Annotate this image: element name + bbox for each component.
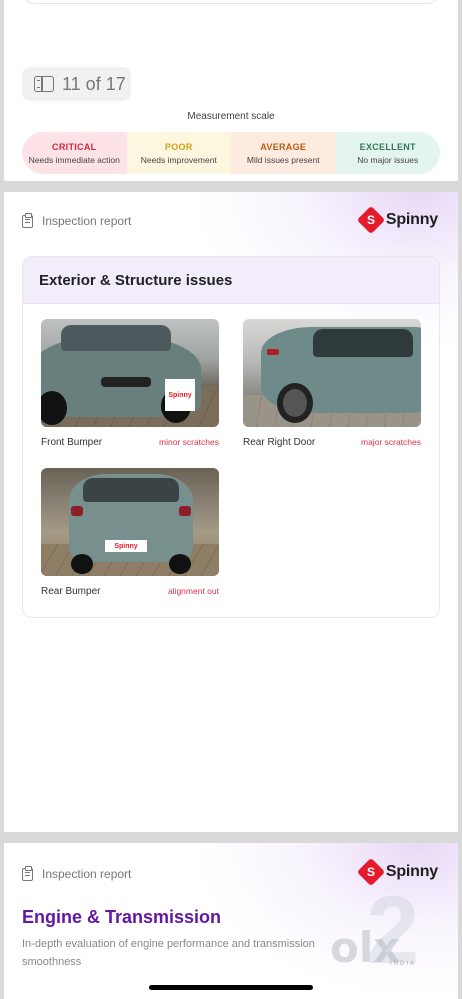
measurement-scale-title: Measurement scale bbox=[187, 111, 275, 122]
report-header-label: Inspection report bbox=[42, 214, 132, 228]
clipboard-icon bbox=[22, 212, 33, 228]
scale-critical: CRITICAL Needs immediate action bbox=[22, 132, 127, 174]
rear-right-door-photo[interactable] bbox=[243, 319, 421, 427]
report-header: Inspection report bbox=[22, 212, 132, 228]
exterior-issues-panel: Exterior & Structure issues Spinny Front… bbox=[22, 256, 440, 618]
engine-section-title: Engine & Transmission bbox=[22, 907, 222, 927]
spinny-plate: Spinny bbox=[165, 379, 195, 411]
scale-average: AVERAGE Mild issues present bbox=[231, 132, 336, 174]
scale-average-desc: Mild issues present bbox=[246, 154, 320, 165]
clipboard-icon bbox=[22, 865, 33, 881]
scale-poor-desc: Needs improvement bbox=[140, 154, 217, 165]
previous-card-edge bbox=[22, 0, 440, 4]
page-indicator-label: 11 of 17 bbox=[62, 73, 126, 94]
book-icon bbox=[34, 76, 54, 92]
issue-name: Rear Bumper bbox=[41, 586, 101, 597]
spinny-plate: Spinny bbox=[105, 540, 147, 552]
scale-excellent-desc: No major issues bbox=[357, 154, 419, 165]
measurement-card: 11 of 17 Measurement scale CRITICAL Need… bbox=[4, 0, 458, 181]
scale-average-label: AVERAGE bbox=[260, 141, 307, 152]
spinny-logo: S Spinny bbox=[356, 205, 438, 235]
measurement-scale: CRITICAL Needs immediate action POOR Nee… bbox=[22, 132, 440, 174]
page-indicator[interactable]: 11 of 17 bbox=[22, 67, 131, 101]
scale-poor-label: POOR bbox=[164, 141, 193, 152]
exterior-issues-title: Exterior & Structure issues bbox=[39, 271, 233, 289]
engine-section-desc: In-depth evaluation of engine performanc… bbox=[22, 938, 315, 968]
scale-poor: POOR Needs improvement bbox=[126, 132, 231, 174]
scale-critical-desc: Needs immediate action bbox=[28, 154, 120, 165]
home-indicator[interactable] bbox=[149, 985, 313, 990]
olx-watermark: 2 olx INDIA bbox=[330, 883, 440, 979]
issue-front-bumper[interactable]: Spinny Front Bumper minor scratches bbox=[41, 319, 219, 448]
exterior-issues-header: Exterior & Structure issues bbox=[23, 257, 439, 304]
scale-critical-label: CRITICAL bbox=[52, 141, 97, 152]
scale-excellent-label: EXCELLENT bbox=[359, 141, 416, 152]
issue-name: Front Bumper bbox=[41, 437, 103, 448]
report-header: Inspection report bbox=[22, 865, 132, 881]
report-header-label: Inspection report bbox=[42, 867, 132, 881]
watermark-country: INDIA bbox=[390, 961, 417, 967]
issue-severity: alignment out bbox=[167, 586, 219, 596]
spinny-logo-text: Spinny bbox=[385, 211, 438, 228]
issue-severity: major scratches bbox=[361, 437, 421, 447]
spinny-logo-icon: S bbox=[356, 205, 386, 235]
issue-rear-right-door[interactable]: Rear Right Door major scratches bbox=[243, 319, 421, 448]
issue-rear-bumper[interactable]: Spinny Rear Bumper alignment out bbox=[41, 468, 219, 597]
exterior-report-card: Inspection report S Spinny Exterior & St… bbox=[4, 192, 458, 832]
engine-report-card: Inspection report S Spinny Engine & Tran… bbox=[4, 843, 458, 999]
scale-excellent: EXCELLENT No major issues bbox=[335, 132, 440, 174]
issue-name: Rear Right Door bbox=[243, 437, 316, 448]
front-bumper-photo[interactable]: Spinny bbox=[41, 319, 219, 427]
issue-severity: minor scratches bbox=[159, 437, 219, 447]
rear-bumper-photo[interactable]: Spinny bbox=[41, 468, 219, 576]
